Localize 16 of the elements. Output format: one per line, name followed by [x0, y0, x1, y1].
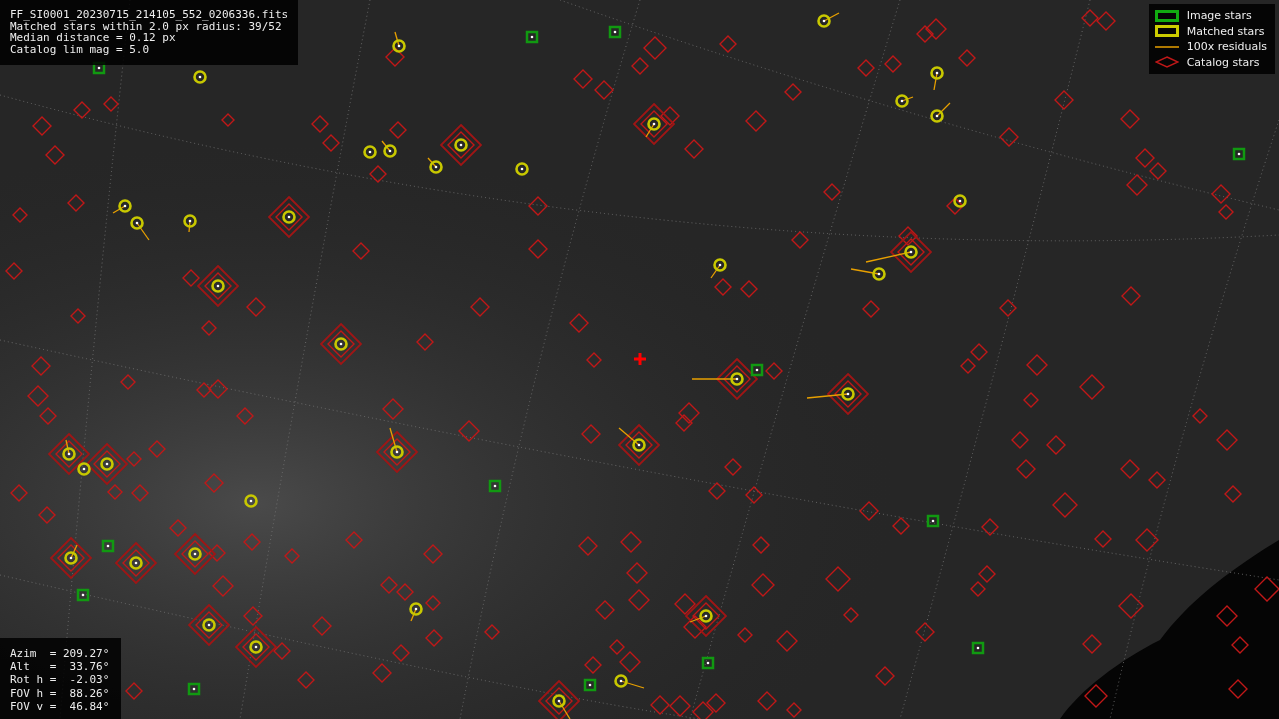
pointing-text: FOV v = 46.84°: [10, 699, 110, 713]
legend-label: 100x residuals: [1186, 40, 1267, 54]
info-text: FF_SI0001_20230715_214105_552_0206336.fits: [10, 9, 289, 21]
info-text: Median distance = 0.12 px: [10, 32, 176, 44]
pointing-text: Alt = 33.76°: [10, 660, 110, 674]
rectangle-outline-icon: [1154, 25, 1179, 38]
info-text: Catalog lim mag = 5.0: [10, 43, 151, 55]
legend-label: Catalog stars: [1186, 55, 1260, 69]
diamond-icon: [1154, 56, 1179, 69]
legend-label: Image stars: [1186, 9, 1252, 23]
pointing-text: Rot h = -2.03°: [10, 673, 110, 687]
pointing-text: FOV h = 88.26°: [10, 686, 110, 700]
legend-label: Matched stars: [1186, 24, 1265, 38]
info-text: Matched stars within 2.0 px radius: 39/52: [10, 20, 282, 32]
square-outline-icon: [1154, 9, 1179, 22]
pointing-text: Azim = 209.27°: [10, 647, 110, 661]
